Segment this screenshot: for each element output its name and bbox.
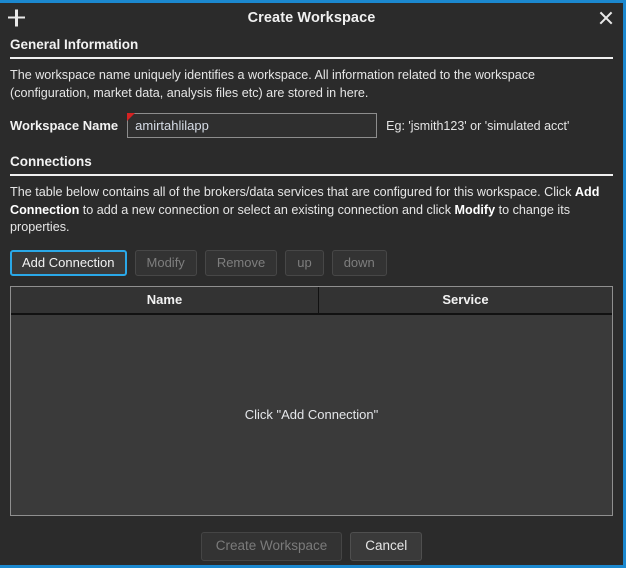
connections-description-bold2: Modify (454, 202, 496, 217)
general-information-description: The workspace name uniquely identifies a… (10, 68, 536, 100)
plus-icon[interactable] (8, 9, 25, 26)
create-workspace-button[interactable]: Create Workspace (200, 531, 343, 561)
general-information-heading: General Information (10, 37, 139, 52)
column-header-service[interactable]: Service (319, 287, 612, 313)
workspace-name-label: Workspace Name (10, 118, 119, 133)
move-down-button[interactable]: down (331, 249, 387, 276)
close-icon[interactable] (597, 9, 615, 27)
connections-description-part2: to add a new connection or select an exi… (79, 202, 455, 217)
connections-table-header: Name Service (11, 286, 612, 315)
remove-button[interactable]: Remove (204, 249, 278, 276)
connections-table: Name Service Click "Add Connection" (10, 285, 613, 516)
workspace-name-input-wrapper (127, 113, 378, 138)
workspace-name-row: Workspace Name Eg: 'jsmith123' or 'simul… (10, 113, 613, 138)
connections-toolbar: Add Connection Modify Remove up down (10, 249, 613, 276)
dialog-footer: Create Workspace Cancel (0, 527, 623, 565)
column-header-name[interactable]: Name (11, 286, 319, 313)
dialog-content: General Information The workspace name u… (0, 32, 623, 527)
connections-table-body[interactable]: Click "Add Connection" (11, 314, 612, 515)
window-title: Create Workspace (247, 9, 376, 26)
move-up-button[interactable]: up (285, 249, 324, 276)
create-workspace-dialog: Create Workspace General Information The… (0, 0, 626, 568)
cancel-button[interactable]: Cancel (350, 531, 423, 561)
general-information-rule (10, 57, 613, 59)
modify-button[interactable]: Modify (134, 249, 197, 276)
empty-table-message: Click "Add Connection" (244, 407, 379, 423)
connections-description-part1: The table below contains all of the brok… (10, 185, 575, 199)
connections-description: The table below contains all of the brok… (10, 184, 613, 237)
connections-rule (10, 174, 613, 176)
workspace-name-input[interactable] (127, 113, 378, 138)
title-bar: Create Workspace (0, 3, 623, 32)
connections-heading: Connections (10, 154, 92, 169)
workspace-name-hint: Eg: 'jsmith123' or 'simulated acct' (386, 118, 570, 133)
add-connection-button[interactable]: Add Connection (10, 249, 127, 276)
